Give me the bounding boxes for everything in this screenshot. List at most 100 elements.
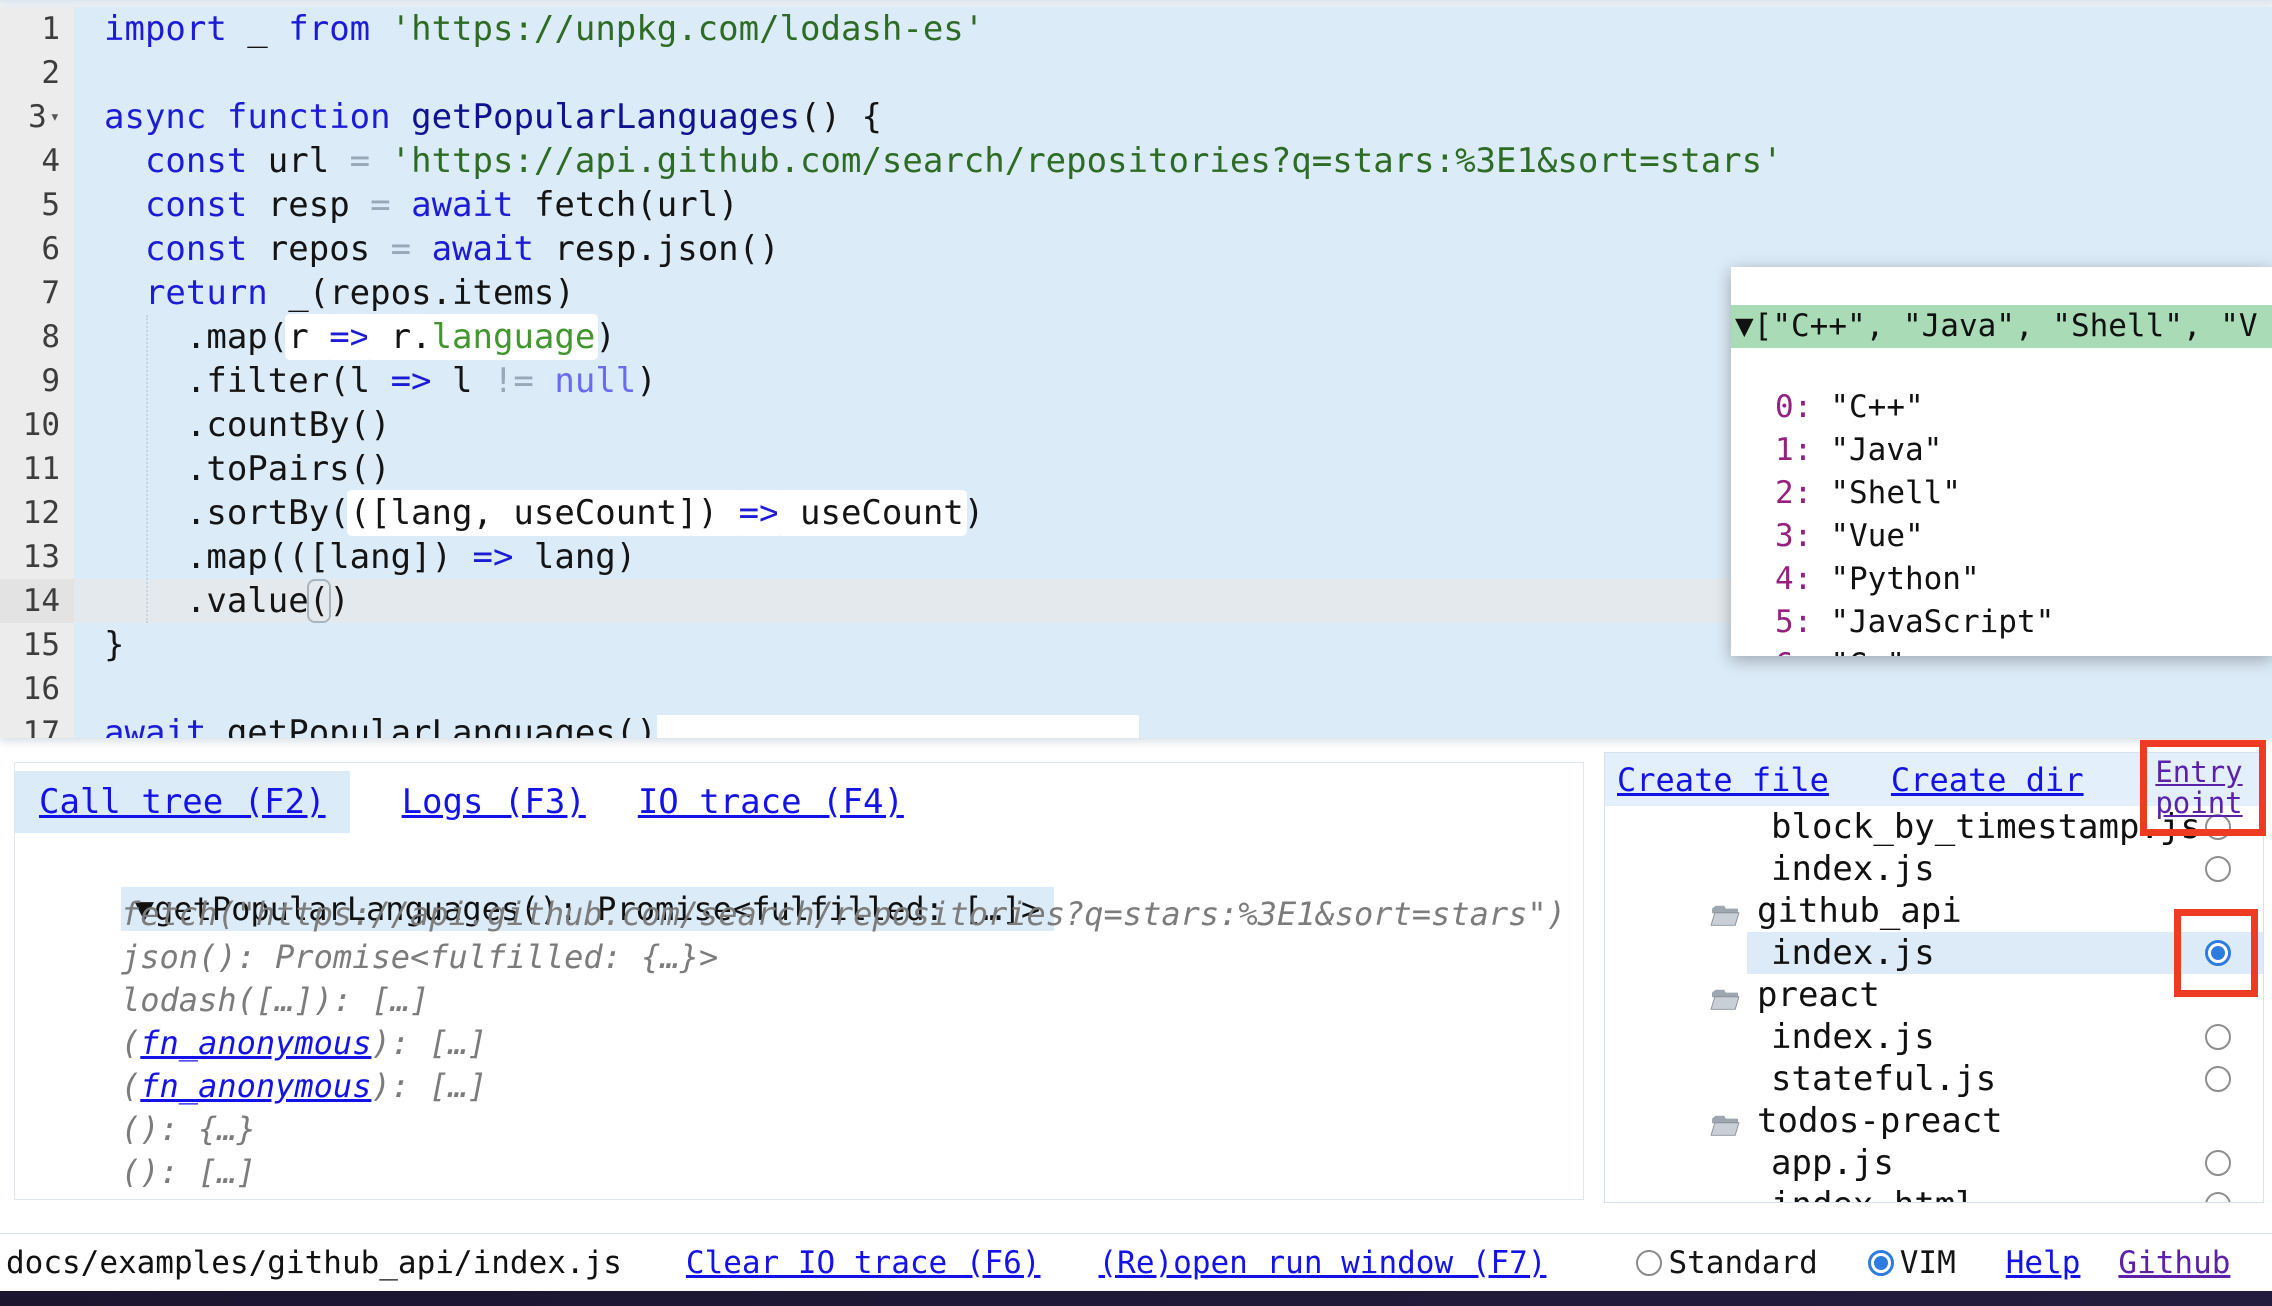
file-row-index-js[interactable]: index.js xyxy=(1605,1016,2263,1058)
file-name[interactable]: app.js xyxy=(1771,1142,1894,1184)
editor-top-strip xyxy=(0,0,2272,7)
entry-point-radio[interactable] xyxy=(2205,1066,2231,1092)
file-name[interactable]: stateful.js xyxy=(1771,1058,1996,1100)
annotation-box-entry-point xyxy=(2140,740,2266,836)
line-number: 4 xyxy=(0,139,74,183)
indent-guide xyxy=(146,315,148,623)
tab-call-tree-f2[interactable]: Call tree (F2) xyxy=(15,771,350,833)
entry-point-radio[interactable] xyxy=(2205,1150,2231,1176)
line-number: 16 xyxy=(0,667,74,711)
code-line[interactable]: 17await getPopularLanguages() xyxy=(0,711,2272,738)
app-window: 1import _ from 'https://unpkg.com/lodash… xyxy=(0,0,2272,1306)
code-line[interactable]: 16 xyxy=(0,667,2272,711)
overlay-array-item: 2:"Shell" xyxy=(1731,472,2272,515)
overlay-array-item: 3:"Vue" xyxy=(1731,515,2272,558)
standard-radio-label: Standard xyxy=(1668,1245,1817,1281)
code-line-text[interactable]: const url = 'https://api.github.com/sear… xyxy=(74,139,2272,183)
line-number: 10 xyxy=(0,403,74,447)
create-dir-button[interactable]: Create dir xyxy=(1891,761,2084,799)
tab-io-trace-f4[interactable]: IO trace (F4) xyxy=(638,771,904,833)
vim-radio[interactable] xyxy=(1868,1250,1894,1276)
file-row-index-html[interactable]: index.html xyxy=(1605,1184,2263,1203)
folder-row-preact[interactable]: preact xyxy=(1605,974,2263,1016)
call-tree-row[interactable]: lodash([…]): […] xyxy=(15,979,1583,1022)
panel-tabs: Call tree (F2) Logs (F3) IO trace (F4) xyxy=(15,763,1583,833)
code-line[interactable]: 5 const resp = await fetch(url) xyxy=(0,183,2272,227)
call-tree-row[interactable]: json(): Promise<fulfilled: {…}> xyxy=(15,936,1583,979)
code-line[interactable]: 1import _ from 'https://unpkg.com/lodash… xyxy=(0,7,2272,51)
call-tree-row[interactable]: fetch("https://api.github.com/search/rep… xyxy=(15,893,1583,936)
code-line[interactable]: 6 const repos = await resp.json() xyxy=(0,227,2272,271)
code-line-text[interactable] xyxy=(74,667,2272,711)
anonymous-fn-link[interactable]: fn_anonymous xyxy=(140,1067,371,1105)
call-tree-panel: Call tree (F2) Logs (F3) IO trace (F4) ▼ge… xyxy=(14,762,1584,1200)
file-row-stateful-js[interactable]: stateful.js xyxy=(1605,1058,2263,1100)
call-tree-row[interactable]: (fn_anonymous): […] xyxy=(15,1065,1583,1108)
overlay-array-item: 4:"Python" xyxy=(1731,558,2272,601)
overlay-array-item: 6:"Go" xyxy=(1731,644,2272,656)
folder-row-github-api[interactable]: github_api xyxy=(1605,890,2263,932)
code-line-text[interactable] xyxy=(74,51,2272,95)
reopen-run-window-button[interactable]: (Re)open run window (F7) xyxy=(1099,1245,1547,1281)
code-line-text[interactable]: import _ from 'https://unpkg.com/lodash-… xyxy=(74,7,2272,51)
file-row-index-js[interactable]: index.js xyxy=(1605,848,2263,890)
entry-point-radio[interactable] xyxy=(2205,1192,2231,1203)
line-number: 6 xyxy=(0,227,74,271)
folder-icon xyxy=(1709,1107,1741,1149)
call-tree-row[interactable]: (fn_anonymous): […] xyxy=(15,1194,1583,1200)
folder-icon xyxy=(1709,981,1741,1023)
code-line-text[interactable]: await getPopularLanguages() xyxy=(74,711,2272,738)
file-name[interactable]: index.js xyxy=(1771,1016,1935,1058)
mode-option-standard[interactable]: Standard xyxy=(1636,1245,1817,1281)
fold-marker-icon[interactable]: ▾ xyxy=(50,107,60,127)
line-number: 3▾ xyxy=(0,95,74,139)
github-link[interactable]: Github xyxy=(2118,1245,2230,1281)
line-number: 15 xyxy=(0,623,74,667)
overlay-array-item: 1:"Java" xyxy=(1731,429,2272,472)
tab-logs-f3[interactable]: Logs (F3) xyxy=(402,771,586,833)
line-number: 12 xyxy=(0,491,74,535)
call-tree-row[interactable]: (): {…} xyxy=(15,1108,1583,1151)
file-name[interactable]: block_by_timestamp.js xyxy=(1771,806,2201,848)
line-number: 5 xyxy=(0,183,74,227)
folder-icon xyxy=(1709,897,1741,939)
entry-point-radio[interactable] xyxy=(2205,856,2231,882)
file-name[interactable]: todos-preact xyxy=(1757,1100,2003,1142)
code-line[interactable]: 4 const url = 'https://api.github.com/se… xyxy=(0,139,2272,183)
call-tree-root[interactable]: ▼getPopularLanguages(): Promise<fulfille… xyxy=(63,849,1583,893)
line-number: 2 xyxy=(0,51,74,95)
value-overlay-body: 0:"C++"1:"Java"2:"Shell"3:"Vue"4:"Python… xyxy=(1731,386,2272,656)
file-name[interactable]: index.js xyxy=(1771,848,1935,890)
line-number: 7 xyxy=(0,271,74,315)
clear-io-trace-button[interactable]: Clear IO trace (F6) xyxy=(686,1245,1041,1281)
file-tree: block_by_timestamp.jsindex.jsgithub_apii… xyxy=(1605,806,2263,1203)
line-number: 13 xyxy=(0,535,74,579)
help-link[interactable]: Help xyxy=(2006,1245,2081,1281)
file-row-index-js[interactable]: index.js xyxy=(1605,932,2263,974)
anonymous-fn-link[interactable]: fn_anonymous xyxy=(140,1024,371,1062)
file-name[interactable]: index.js xyxy=(1771,932,1935,974)
line-number: 1 xyxy=(0,7,74,51)
code-line[interactable]: 3▾async function getPopularLanguages() { xyxy=(0,95,2272,139)
code-line-text[interactable]: async function getPopularLanguages() { xyxy=(74,95,2272,139)
call-tree-row[interactable]: (fn_anonymous): […] xyxy=(15,1022,1583,1065)
code-line-text[interactable]: const resp = await fetch(url) xyxy=(74,183,2272,227)
entry-point-radio[interactable] xyxy=(2205,1024,2231,1050)
anonymous-fn-link[interactable]: fn_anonymous xyxy=(140,1196,371,1200)
file-name[interactable]: preact xyxy=(1757,974,1880,1016)
value-overlay-header[interactable]: ▼["C++", "Java", "Shell", "V xyxy=(1731,305,2272,348)
line-number: 11 xyxy=(0,447,74,491)
file-name[interactable]: index.html xyxy=(1771,1184,1976,1203)
file-name[interactable]: github_api xyxy=(1757,890,1962,932)
mode-option-vim[interactable]: VIM xyxy=(1868,1245,1956,1281)
line-number: 14 xyxy=(0,579,74,623)
folder-row-todos-preact[interactable]: todos-preact xyxy=(1605,1100,2263,1142)
standard-radio[interactable] xyxy=(1636,1250,1662,1276)
create-file-button[interactable]: Create file xyxy=(1617,761,1829,799)
call-tree-row[interactable]: (): […] xyxy=(15,1151,1583,1194)
file-row-app-js[interactable]: app.js xyxy=(1605,1142,2263,1184)
code-line-text[interactable]: const repos = await resp.json() xyxy=(74,227,2272,271)
code-line[interactable]: 2 xyxy=(0,51,2272,95)
line-number: 17 xyxy=(0,711,74,738)
annotation-box-selected-radio xyxy=(2174,909,2258,997)
